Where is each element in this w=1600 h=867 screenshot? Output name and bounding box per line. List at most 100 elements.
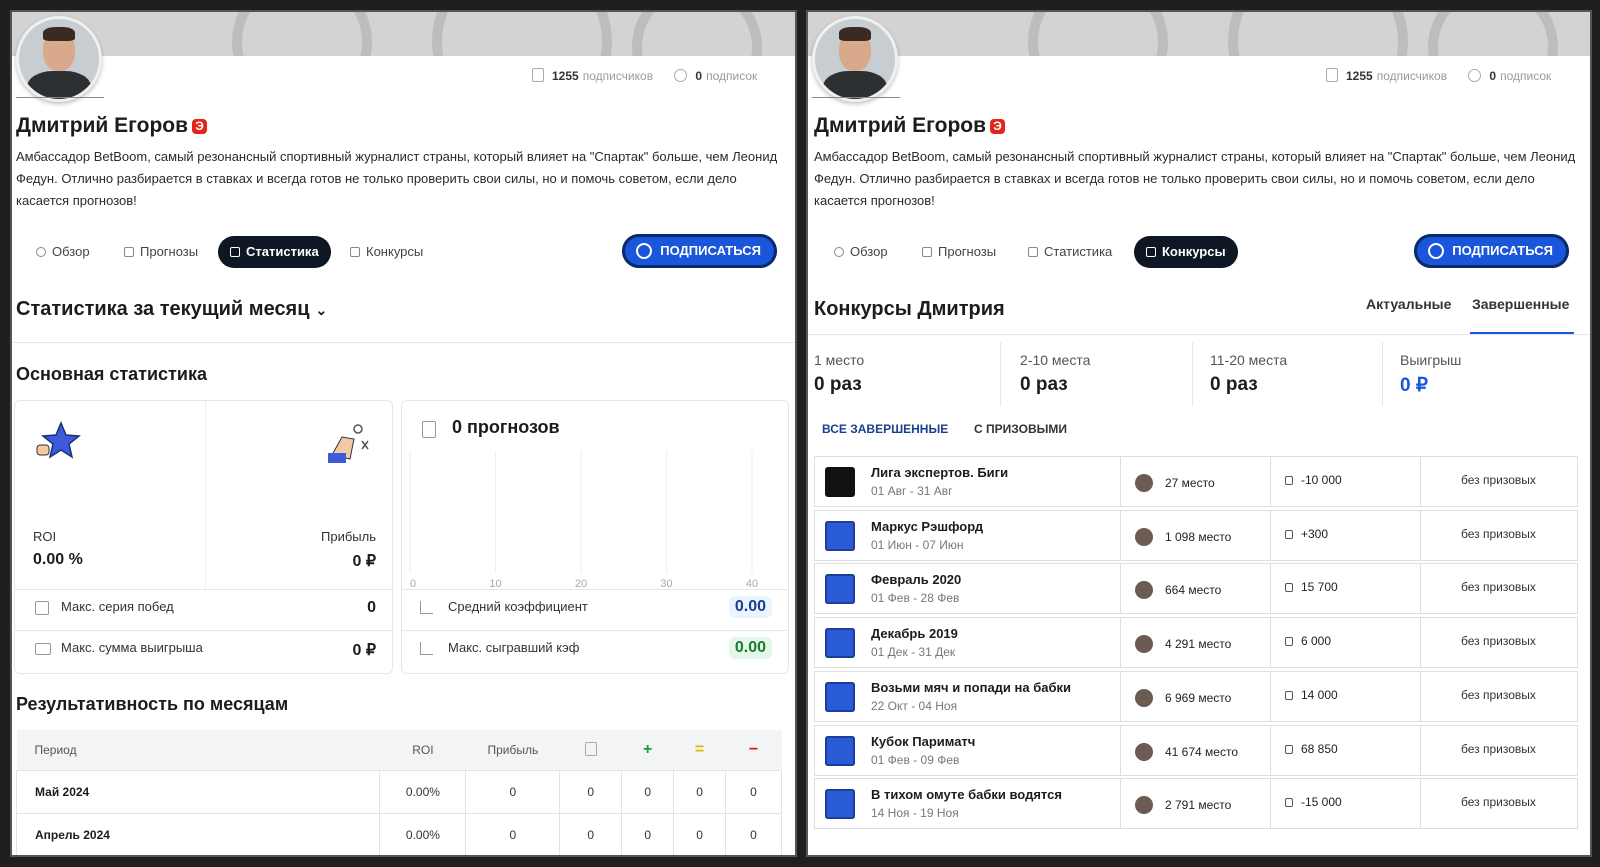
- roi-profit-card: ROI 0.00 % Прибыль 0 ₽ Макс. серия побед…: [14, 400, 393, 674]
- subscribe-icon: [1428, 243, 1445, 259]
- profile-banner: [808, 12, 1590, 56]
- tab-overview[interactable]: Обзор: [24, 236, 102, 268]
- user-avatar-icon: [1135, 688, 1153, 707]
- contest-amount-cell: 68 850: [1270, 724, 1422, 776]
- table-row[interactable]: Май 2024 0.00% 0 0 0 0 0: [15, 770, 782, 814]
- user-avatar-icon: [1135, 527, 1153, 546]
- user-avatar-icon: [1135, 581, 1153, 600]
- star-illustration-icon: [36, 421, 81, 459]
- contest-amount: 15 700: [1301, 580, 1338, 595]
- left-profile-panel: 1255 подписчиков 0 подписок Дмитрий Егоров…: [12, 12, 795, 855]
- contest-row[interactable]: Февраль 2020 01 Фев - 28 Фев 664 место 15 7…: [814, 563, 1578, 615]
- contest-row[interactable]: Возьми мяч и попади на бабки 22 Окт - 04 …: [814, 670, 1578, 722]
- verified-badge-icon: Э: [192, 119, 208, 134]
- subscriptions-icon: [674, 69, 688, 82]
- tab-contests[interactable]: Конкурсы: [1134, 236, 1238, 268]
- contest-prize: без призовых: [1461, 741, 1536, 756]
- contest-place: 27 место: [1165, 476, 1215, 490]
- avg-coef-label: Средний коэффициент: [448, 599, 588, 614]
- contest-info-cell: Кубок Париматч 01 Фев - 09 Фев: [814, 724, 1122, 776]
- contest-info-cell: В тихом омуте бабки водятся 14 Ноя - 19 Н…: [814, 778, 1122, 830]
- contest-name: Декабрь 2019: [871, 626, 958, 642]
- filter-all-finished[interactable]: ВСЕ ЗАВЕРШЕННЫЕ: [822, 422, 948, 436]
- forecasts-count: 0 прогнозов: [452, 417, 560, 437]
- chevron-down-icon: ⌄: [315, 302, 328, 318]
- contest-place-cell: 1 098 место: [1120, 509, 1272, 561]
- user-avatar-icon: [1135, 474, 1153, 492]
- contest-place: 4 291 место: [1165, 637, 1232, 652]
- profile-banner: [12, 12, 795, 56]
- stats-period-selector[interactable]: Статистика за текущий месяц ⌄: [16, 298, 327, 321]
- contest-place-cell: 27 место: [1120, 456, 1272, 507]
- contest-prize: без призовых: [1461, 526, 1536, 541]
- contest-amount-cell: -15 000: [1270, 778, 1422, 830]
- verified-badge-icon: Э: [990, 119, 1006, 134]
- tab-overview[interactable]: Обзор: [822, 236, 900, 268]
- contest-prize-cell: без призовых: [1420, 456, 1578, 507]
- contest-prize: без призовых: [1461, 473, 1536, 487]
- contest-row[interactable]: Кубок Париматч 01 Фев - 09 Фев 41 674 мест…: [814, 724, 1578, 776]
- user-avatar-icon: [1135, 742, 1153, 761]
- contest-dates: 01 Авг - 31 Авг: [871, 484, 953, 498]
- subscribers-counter: 1255 подписчиков 0 подписок: [1326, 68, 1551, 83]
- contest-info-cell: Февраль 2020 01 Фев - 28 Фев: [814, 563, 1122, 615]
- profile-tabs: Обзор Прогнозы Статистика Конкурсы ПОДПИ…: [814, 234, 1579, 270]
- document-icon: [422, 421, 436, 438]
- contest-row[interactable]: Маркус Рэшфорд 01 Июн - 07 Июн 1 098 место…: [814, 509, 1578, 561]
- avatar[interactable]: [812, 16, 898, 102]
- contest-dates: 14 Ноя - 19 Ноя: [871, 806, 959, 821]
- contest-row[interactable]: Лига экспертов. Биги 01 Авг - 31 Авг 27 ме…: [814, 456, 1578, 507]
- subscribe-button[interactable]: ПОДПИСАТЬСЯ: [622, 234, 777, 268]
- contest-row[interactable]: Декабрь 2019 01 Дек - 31 Дек 4 291 место 6 …: [814, 617, 1578, 669]
- contest-icon: [350, 247, 360, 257]
- contest-place: 6 969 место: [1165, 690, 1232, 705]
- roi-value: 0.00 %: [33, 551, 83, 568]
- contest-amount: 68 850: [1301, 741, 1338, 756]
- winnings-label: Выигрыш: [1400, 352, 1462, 368]
- contest-place: 664 место: [1165, 583, 1222, 598]
- max-win-streak-value: 0: [367, 599, 376, 616]
- main-stats-title: Основная статистика: [16, 364, 207, 384]
- trophy-icon: [1028, 247, 1038, 257]
- coin-icon: [1285, 798, 1293, 808]
- losses-header: −: [725, 730, 782, 771]
- profit-label: Прибыль: [321, 529, 376, 544]
- user-avatar-icon: [1135, 635, 1153, 654]
- filter-with-prizes[interactable]: С ПРИЗОВЫМИ: [974, 422, 1067, 436]
- winnings-value: 0 ₽: [1400, 375, 1428, 396]
- contest-amount: 14 000: [1301, 687, 1338, 702]
- contest-name: Февраль 2020: [871, 572, 962, 588]
- table-row[interactable]: Апрель 2024 0.00% 0 0 0 0 0: [15, 813, 782, 855]
- contest-place-cell: 2 791 место: [1120, 778, 1272, 830]
- contest-info-cell: Возьми мяч и попади на бабки 22 Окт - 04 …: [814, 670, 1122, 722]
- subscribe-button[interactable]: ПОДПИСАТЬСЯ: [1414, 234, 1569, 268]
- tab-actual[interactable]: Актуальные: [1366, 296, 1451, 312]
- tab-finished[interactable]: Завершенные: [1472, 296, 1569, 312]
- contest-dates: 22 Окт - 04 Ноя: [871, 698, 958, 713]
- contest-place: 1 098 место: [1165, 529, 1232, 544]
- contest-place-cell: 41 674 место: [1120, 724, 1272, 776]
- contest-info-cell: Лига экспертов. Биги 01 Авг - 31 Авг: [814, 456, 1122, 507]
- monthly-performance-title: Результативность по месяцам: [16, 694, 289, 714]
- tab-statistics[interactable]: Статистика: [1016, 236, 1124, 268]
- coin-icon: [1285, 637, 1293, 647]
- tab-forecasts[interactable]: Прогнозы: [910, 236, 1008, 268]
- contest-place-cell: 6 969 место: [1120, 670, 1272, 722]
- tab-contests[interactable]: Конкурсы: [338, 236, 435, 268]
- tab-forecasts[interactable]: Прогнозы: [112, 236, 210, 268]
- max-coef-label: Макс. сыгравший кэф: [448, 640, 580, 655]
- contest-row[interactable]: В тихом омуте бабки водятся 14 Ноя - 19 Н…: [814, 778, 1578, 830]
- wallet-icon: [35, 643, 51, 655]
- avatar[interactable]: [16, 16, 102, 102]
- profile-bio: Амбассадор BetBoom, самый резонансный сп…: [16, 149, 778, 208]
- profile-name: Дмитрий Егоров Э: [814, 114, 1006, 138]
- contest-amount: -10 000: [1301, 473, 1342, 487]
- user-avatar-icon: [1135, 796, 1153, 815]
- contest-name: В тихом омуте бабки водятся: [871, 787, 1062, 803]
- contest-dates: 01 Фев - 09 Фев: [871, 752, 960, 767]
- right-profile-panel: 1255 подписчиков 0 подписок Дмитрий Егоров…: [808, 12, 1590, 855]
- contest-info-cell: Декабрь 2019 01 Дек - 31 Дек: [814, 617, 1122, 669]
- max-win-sum-label: Макс. сумма выигрыша: [61, 640, 203, 655]
- forecasts-chart: 0 10 20 30 40: [409, 451, 758, 590]
- tab-statistics[interactable]: Статистика: [218, 236, 331, 268]
